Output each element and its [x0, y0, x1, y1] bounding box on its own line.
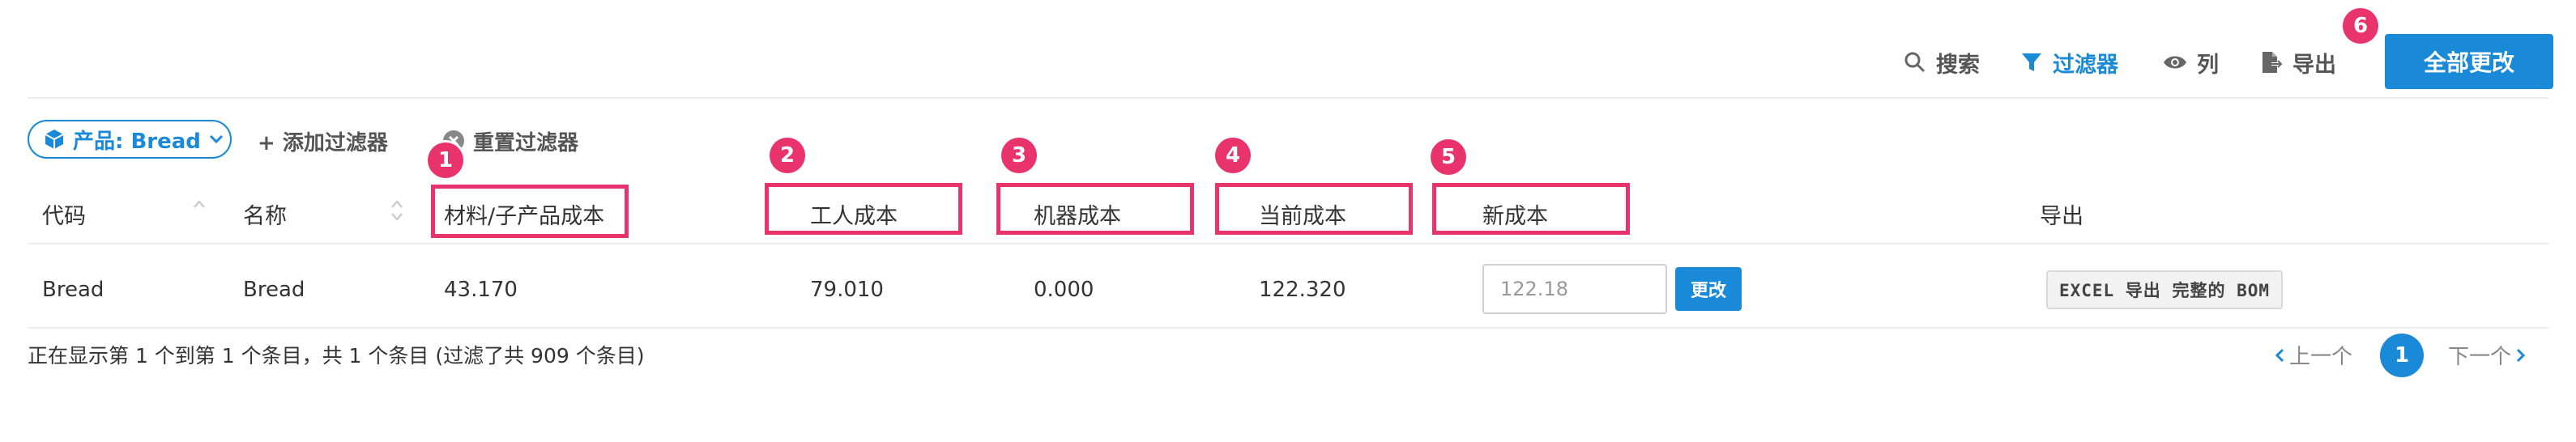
header-divider — [28, 243, 2548, 244]
highlight-new-cost — [1432, 183, 1630, 235]
annotation-badge-2: 2 — [770, 138, 805, 173]
cube-icon — [45, 130, 64, 149]
cell-name: Bread — [243, 278, 305, 302]
product-filter-label: 产品: Bread — [73, 129, 201, 154]
annotation-badge-6: 6 — [2343, 8, 2378, 44]
sort-icon[interactable] — [389, 194, 405, 227]
sort-icon[interactable] — [191, 194, 207, 227]
highlight-material-cost — [431, 185, 629, 238]
cell-current-cost: 122.320 — [1259, 278, 1346, 302]
filter-label: 过滤器 — [2053, 52, 2118, 78]
excel-export-bom-button[interactable]: EXCEL 导出 完整的 BOM — [2046, 270, 2283, 309]
cell-code: Bread — [42, 278, 104, 302]
update-button[interactable]: 更改 — [1675, 267, 1742, 311]
add-filter-button[interactable]: + 添加过滤器 — [258, 125, 388, 157]
annotation-badge-4: 4 — [1215, 138, 1251, 173]
next-page-button[interactable]: 下一个 — [2448, 340, 2526, 370]
columns-button[interactable]: 列 — [2163, 42, 2219, 83]
search-button[interactable]: 搜索 — [1904, 42, 1980, 83]
reset-filter-label: 重置过滤器 — [473, 130, 579, 155]
export-label: 导出 — [2292, 52, 2336, 78]
change-all-button[interactable]: 全部更改 — [2385, 34, 2553, 89]
cell-labor-cost: 79.010 — [810, 278, 884, 302]
header-export: 导出 — [2040, 203, 2083, 229]
chevron-right-icon — [2516, 348, 2526, 362]
annotation-badge-1: 1 — [428, 142, 463, 178]
cell-machine-cost: 0.000 — [1034, 278, 1094, 302]
columns-label: 列 — [2197, 52, 2219, 78]
header-code[interactable]: 代码 — [42, 198, 86, 230]
table-info: 正在显示第 1 个到第 1 个条目，共 1 个条目 (过滤了共 909 个条目) — [28, 344, 645, 368]
annotation-badge-5: 5 — [1431, 139, 1466, 175]
file-export-icon — [2263, 52, 2283, 73]
prev-page-label: 上一个 — [2289, 345, 2353, 369]
eye-icon — [2164, 56, 2186, 69]
row-divider — [28, 327, 2548, 329]
annotation-badge-3: 3 — [1001, 138, 1037, 173]
export-button[interactable]: 导出 — [2260, 42, 2336, 83]
chevron-down-icon — [209, 134, 223, 144]
new-cost-input[interactable]: 122.18 — [1482, 264, 1667, 314]
filter-icon — [2022, 53, 2041, 71]
toolbar-divider — [28, 97, 2548, 99]
cell-material-cost: 43.170 — [444, 278, 518, 302]
search-label: 搜索 — [1936, 52, 1980, 78]
reset-filter-button[interactable]: 重置过滤器 — [442, 125, 578, 157]
header-name[interactable]: 名称 — [243, 198, 287, 230]
search-icon — [1904, 52, 1926, 73]
page-number-button[interactable]: 1 — [2380, 334, 2424, 377]
next-page-label: 下一个 — [2448, 345, 2512, 369]
prev-page-button[interactable]: 上一个 — [2275, 340, 2352, 370]
filter-button[interactable]: 过滤器 — [2020, 42, 2118, 83]
product-filter-chip[interactable]: 产品: Bread — [28, 120, 232, 159]
highlight-labor-cost — [765, 183, 962, 235]
chevron-left-icon — [2275, 348, 2284, 362]
highlight-current-cost — [1215, 183, 1413, 235]
highlight-machine-cost — [996, 183, 1194, 235]
